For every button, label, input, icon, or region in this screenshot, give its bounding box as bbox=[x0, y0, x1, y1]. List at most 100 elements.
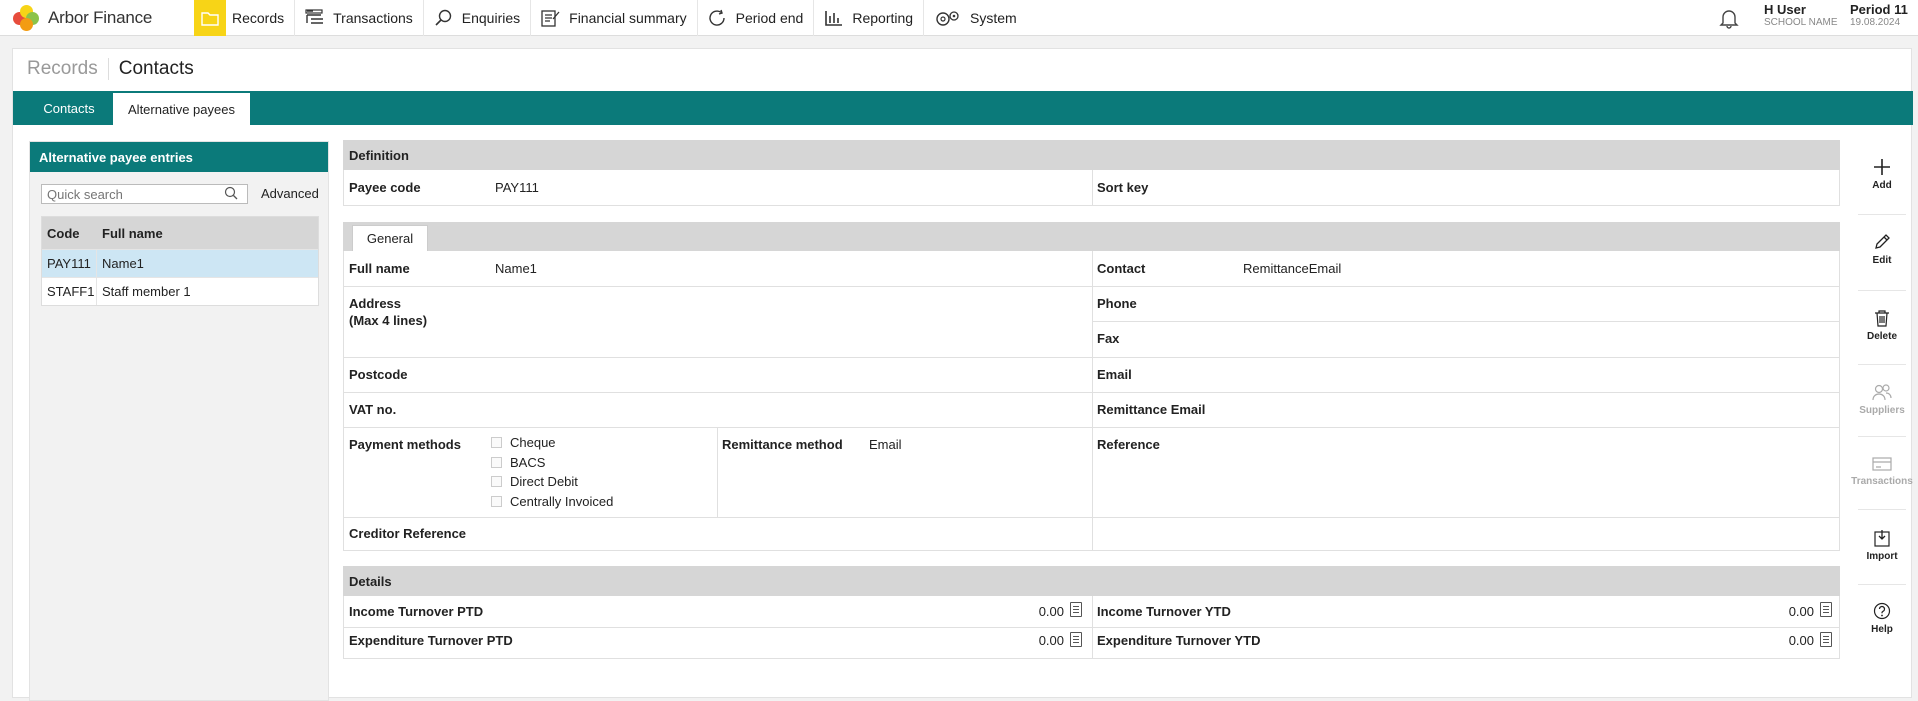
users-icon bbox=[1872, 384, 1892, 401]
document-icon[interactable] bbox=[1820, 602, 1832, 617]
help-icon bbox=[1873, 602, 1891, 620]
bar-chart-icon bbox=[825, 11, 843, 26]
expenditure-ytd-label: Expenditure Turnover YTD bbox=[1097, 633, 1261, 648]
details-header: Details bbox=[343, 566, 1840, 596]
row-name: Name1 bbox=[102, 256, 144, 271]
table-row[interactable]: STAFF1 Staff member 1 bbox=[42, 277, 318, 305]
user-menu[interactable]: H User SCHOOL NAME bbox=[1764, 3, 1838, 29]
action-label: Import bbox=[1866, 551, 1898, 562]
action-label: Transactions bbox=[1851, 476, 1913, 487]
checkbox-label: BACS bbox=[510, 455, 546, 470]
payment-methods-label: Payment methods bbox=[349, 437, 461, 452]
tab-alternative-payees[interactable]: Alternative payees bbox=[113, 93, 250, 125]
expenditure-ptd-label: Expenditure Turnover PTD bbox=[349, 633, 513, 648]
document-icon[interactable] bbox=[1070, 602, 1082, 617]
main-nav: Records Transactions Enquiries Financial… bbox=[194, 0, 1027, 36]
income-ptd-label: Income Turnover PTD bbox=[349, 604, 484, 619]
row-name: Staff member 1 bbox=[102, 284, 191, 299]
column-header-full-name[interactable]: Full name bbox=[97, 226, 163, 241]
income-ptd-value: 0.00 bbox=[1038, 604, 1064, 619]
bell-icon[interactable] bbox=[1718, 7, 1740, 29]
table-row[interactable]: PAY111 Name1 bbox=[42, 249, 318, 277]
phone-label: Phone bbox=[1097, 296, 1137, 311]
remittance-method-value: Email bbox=[869, 437, 902, 452]
trash-icon bbox=[1875, 310, 1889, 327]
delete-button[interactable]: Delete bbox=[1850, 309, 1914, 342]
edit-button[interactable]: Edit bbox=[1850, 233, 1914, 266]
payee-list-panel: Alternative payee entries Advanced Code … bbox=[29, 141, 329, 701]
row-code: PAY111 bbox=[42, 250, 97, 277]
tab-bar: Contacts Alternative payees bbox=[13, 91, 1913, 125]
document-icon[interactable] bbox=[1070, 632, 1082, 647]
details-section: Income Turnover PTD 0.00 Income Turnover… bbox=[343, 596, 1840, 659]
email-label: Email bbox=[1097, 367, 1132, 382]
panel-title: Alternative payee entries bbox=[30, 142, 328, 172]
search-icon[interactable] bbox=[224, 186, 238, 200]
nav-enquiries[interactable]: Enquiries bbox=[424, 0, 532, 36]
nav-label: Enquiries bbox=[461, 10, 521, 26]
school-name: SCHOOL NAME bbox=[1764, 17, 1838, 28]
creditor-reference-label: Creditor Reference bbox=[349, 526, 467, 541]
column-header-code[interactable]: Code bbox=[42, 217, 97, 249]
address-label: Address bbox=[349, 296, 402, 311]
help-button[interactable]: Help bbox=[1850, 602, 1914, 635]
checkbox-centrally-invoiced[interactable]: Centrally Invoiced bbox=[491, 494, 613, 509]
breadcrumb-records[interactable]: Records bbox=[27, 58, 98, 80]
search-icon bbox=[435, 9, 451, 26]
arbor-logo-icon bbox=[12, 4, 40, 32]
nav-records[interactable]: Records bbox=[194, 0, 296, 36]
nav-reporting[interactable]: Reporting bbox=[814, 0, 925, 36]
breadcrumb: Records Contacts bbox=[27, 58, 194, 80]
add-button[interactable]: Add bbox=[1850, 158, 1914, 191]
action-label: Add bbox=[1872, 180, 1892, 191]
table-header: Code Full name bbox=[42, 217, 318, 249]
action-label: Help bbox=[1871, 624, 1893, 635]
nav-label: System bbox=[970, 10, 1017, 26]
full-name-value: Name1 bbox=[495, 261, 537, 276]
payee-code-value: PAY111 bbox=[495, 180, 539, 195]
checkbox-bacs[interactable]: BACS bbox=[491, 455, 545, 470]
cog-icon bbox=[936, 11, 959, 26]
refresh-icon bbox=[708, 9, 725, 26]
checkbox-cheque[interactable]: Cheque bbox=[491, 435, 556, 450]
nav-system[interactable]: System bbox=[924, 0, 1027, 36]
advanced-search-link[interactable]: Advanced bbox=[261, 186, 319, 201]
action-label: Edit bbox=[1872, 255, 1892, 266]
checkbox-label: Cheque bbox=[510, 435, 556, 450]
import-button[interactable]: Import bbox=[1850, 529, 1914, 562]
checkbox-direct-debit[interactable]: Direct Debit bbox=[491, 474, 578, 489]
action-label: Delete bbox=[1866, 331, 1897, 342]
report-icon bbox=[541, 10, 560, 27]
fax-label: Fax bbox=[1097, 331, 1120, 346]
nav-transactions[interactable]: Transactions bbox=[295, 0, 424, 36]
document-icon[interactable] bbox=[1820, 632, 1832, 647]
transactions-button[interactable]: Transactions bbox=[1850, 456, 1914, 487]
suppliers-button[interactable]: Suppliers bbox=[1850, 383, 1914, 416]
period-indicator[interactable]: Period 11 19.08.2024 bbox=[1850, 3, 1908, 29]
payee-code-label: Payee code bbox=[349, 180, 421, 195]
app-logo[interactable]: Arbor Finance bbox=[12, 4, 152, 32]
nav-financial-summary[interactable]: Financial summary bbox=[531, 0, 698, 36]
row-code: STAFF1 bbox=[42, 278, 97, 305]
checkbox-label: Centrally Invoiced bbox=[510, 494, 614, 509]
nav-label: Transactions bbox=[333, 10, 413, 26]
import-icon bbox=[1874, 530, 1890, 547]
quick-search-input[interactable] bbox=[41, 184, 248, 204]
general-section: Full name Name1 Contact RemittanceEmail … bbox=[343, 251, 1840, 551]
nav-period-end[interactable]: Period end bbox=[698, 0, 815, 36]
contact-value: RemittanceEmail bbox=[1243, 261, 1342, 276]
nav-label: Records bbox=[232, 10, 285, 26]
full-name-label: Full name bbox=[349, 261, 410, 276]
plus-icon bbox=[1874, 159, 1890, 175]
income-ytd-value: 0.00 bbox=[1788, 604, 1814, 619]
reference-label: Reference bbox=[1097, 437, 1160, 452]
tab-contacts[interactable]: Contacts bbox=[13, 91, 125, 125]
address-hint: (Max 4 lines) bbox=[349, 313, 428, 328]
contact-label: Contact bbox=[1097, 261, 1146, 276]
sort-key-label: Sort key bbox=[1097, 180, 1149, 195]
period-date: 19.08.2024 bbox=[1850, 17, 1901, 28]
nav-label: Reporting bbox=[852, 10, 914, 26]
top-bar: Arbor Finance Records Transactions Enqui… bbox=[0, 0, 1918, 36]
tab-general[interactable]: General bbox=[352, 225, 428, 251]
page-title: Contacts bbox=[118, 58, 194, 79]
